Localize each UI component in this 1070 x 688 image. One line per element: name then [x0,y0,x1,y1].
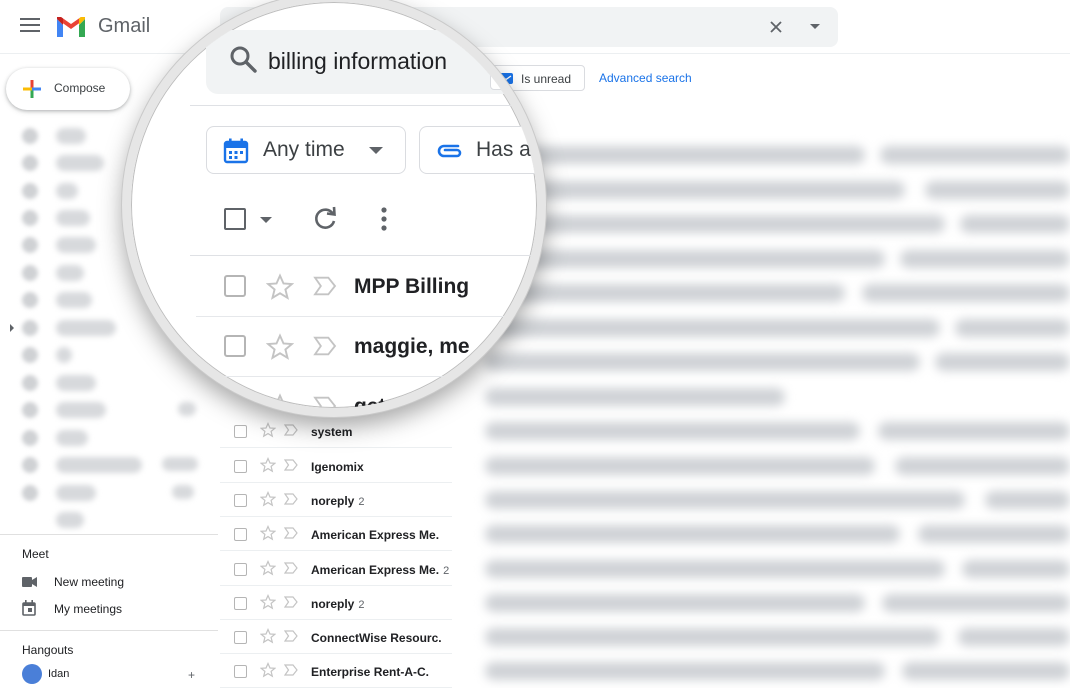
search-options-icon[interactable] [810,24,820,29]
important-marker-icon[interactable] [284,493,298,505]
star-icon[interactable] [260,525,276,541]
important-marker-icon[interactable] [284,630,298,642]
email-sender: noreply 2 [311,597,365,611]
search-query: billing information [268,48,447,74]
star-icon[interactable] [266,273,294,301]
table-row[interactable]: American Express Me. [220,517,452,551]
star-icon[interactable] [260,457,276,473]
row-checkbox[interactable] [234,494,247,507]
plus-icon [23,80,41,98]
important-marker-icon[interactable] [312,336,338,356]
any-time-chip[interactable]: Any time [206,126,406,174]
magnifier-lens: billing information Any time Has a MPP B… [122,0,546,417]
email-sender: American Express Me. 2 [311,563,450,577]
search-icon[interactable] [228,44,258,74]
add-contact-icon[interactable]: + [188,668,195,682]
important-marker-icon[interactable] [312,276,338,296]
table-row[interactable]: ConnectWise Resourc. [220,620,452,654]
table-row[interactable]: Igenomix [220,449,452,483]
email-sender: noreply 2 [311,494,365,508]
email-sender: MPP Billing [354,275,470,298]
sidebar-divider [0,630,218,631]
table-row[interactable]: noreply 2 [220,586,452,620]
row-checkbox[interactable] [234,665,247,678]
row-checkbox[interactable] [234,528,247,541]
refresh-icon[interactable] [312,206,338,232]
row-checkbox[interactable] [234,631,247,644]
star-icon[interactable] [260,491,276,507]
table-row[interactable]: American Express Me. 2 [220,552,452,586]
advanced-search-link[interactable]: Advanced search [599,71,692,85]
divider [190,255,537,256]
row-checkbox[interactable] [234,425,247,438]
important-marker-icon[interactable] [284,596,298,608]
has-attachment-label: Has a [476,138,531,161]
important-marker-icon[interactable] [284,424,298,436]
row-checkbox[interactable] [224,335,246,357]
important-marker-icon[interactable] [312,396,338,416]
divider [190,105,537,106]
email-sender: system [311,425,353,439]
important-marker-icon[interactable] [284,664,298,676]
compose-button[interactable]: Compose [6,68,130,110]
star-icon[interactable] [266,333,294,361]
calendar-icon [22,600,36,616]
chevron-down-icon[interactable] [260,217,272,223]
star-icon[interactable] [260,422,276,438]
close-icon[interactable] [768,19,784,35]
important-marker-icon[interactable] [284,562,298,574]
select-all-checkbox[interactable] [224,208,246,230]
row-checkbox[interactable] [234,597,247,610]
important-marker-icon[interactable] [284,527,298,539]
expand-arrow-icon[interactable] [9,324,15,332]
table-row[interactable]: Enterprise Rent-A-C. [220,654,452,688]
email-sender: Enterprise Rent-A-C. [311,665,430,679]
table-row[interactable]: noreply 2 [220,483,452,517]
gmail-logo[interactable] [55,15,87,39]
calendar-icon [223,138,249,164]
star-icon[interactable] [260,560,276,576]
my-meetings-label: My meetings [54,602,123,616]
hangouts-section-title: Hangouts [22,643,74,657]
email-sender: Igenomix [311,460,364,474]
table-row[interactable]: getsupp [196,377,537,416]
paperclip-icon [437,144,462,158]
more-vertical-icon[interactable] [380,206,388,232]
important-marker-icon[interactable] [284,459,298,471]
hangouts-user-name: Idan [48,668,70,680]
star-icon[interactable] [260,628,276,644]
menu-icon[interactable] [20,18,40,34]
table-row[interactable]: maggie, me [196,317,537,377]
video-camera-icon [22,577,37,587]
compose-label: Compose [54,81,106,95]
row-checkbox[interactable] [224,275,246,297]
sidebar-divider [0,534,218,535]
email-sender: maggie, me [354,335,470,358]
email-sender: ConnectWise Resourc. [311,631,442,645]
table-row[interactable]: system [220,414,452,448]
email-sender: American Express Me. [311,528,440,542]
avatar[interactable] [22,664,42,684]
row-checkbox[interactable] [234,460,247,473]
row-checkbox[interactable] [234,563,247,576]
meet-section-title: Meet [22,547,49,561]
has-attachment-chip[interactable]: Has a [419,126,537,174]
table-row[interactable]: MPP Billing [196,257,537,317]
chevron-down-icon [369,147,383,154]
new-meeting-link[interactable]: New meeting [22,573,162,591]
star-icon[interactable] [260,594,276,610]
any-time-label: Any time [263,138,345,161]
my-meetings-link[interactable]: My meetings [22,600,162,618]
new-meeting-label: New meeting [54,575,125,589]
